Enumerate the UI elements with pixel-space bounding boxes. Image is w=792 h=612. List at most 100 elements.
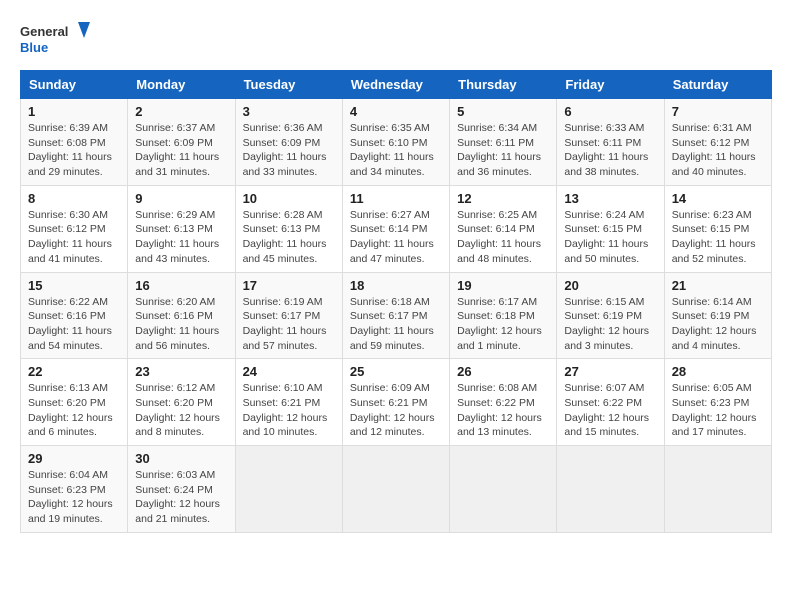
day-info: Sunrise: 6:13 AM Sunset: 6:20 PM Dayligh… xyxy=(28,381,120,440)
day-number: 13 xyxy=(564,191,656,206)
calendar-header-row: SundayMondayTuesdayWednesdayThursdayFrid… xyxy=(21,71,772,99)
calendar-week-row: 29Sunrise: 6:04 AM Sunset: 6:23 PM Dayli… xyxy=(21,446,772,533)
day-number: 8 xyxy=(28,191,120,206)
calendar-day-cell: 22 Sunrise: 6:13 AM Sunset: 6:20 PM Dayli… xyxy=(21,359,128,446)
calendar-header-wednesday: Wednesday xyxy=(342,71,449,99)
day-info: Sunrise: 6:07 AM Sunset: 6:22 PM Dayligh… xyxy=(564,381,656,440)
calendar-day-cell: 28 Sunrise: 6:05 AM Sunset: 6:23 PM Dayli… xyxy=(664,359,771,446)
svg-text:Blue: Blue xyxy=(20,40,48,55)
day-info: Sunrise: 6:39 AM Sunset: 6:08 PM Dayligh… xyxy=(28,121,120,180)
day-number: 3 xyxy=(243,104,335,119)
day-info: Sunrise: 6:29 AM Sunset: 6:13 PM Dayligh… xyxy=(135,208,227,267)
day-number: 9 xyxy=(135,191,227,206)
calendar-day-cell: 26 Sunrise: 6:08 AM Sunset: 6:22 PM Dayli… xyxy=(450,359,557,446)
calendar-week-row: 22 Sunrise: 6:13 AM Sunset: 6:20 PM Dayli… xyxy=(21,359,772,446)
calendar-header-thursday: Thursday xyxy=(450,71,557,99)
calendar-day-cell: 3 Sunrise: 6:36 AM Sunset: 6:09 PM Daylig… xyxy=(235,99,342,186)
day-number: 2 xyxy=(135,104,227,119)
calendar-day-cell: 23 Sunrise: 6:12 AM Sunset: 6:20 PM Dayli… xyxy=(128,359,235,446)
day-info: Sunrise: 6:31 AM Sunset: 6:12 PM Dayligh… xyxy=(672,121,764,180)
calendar-day-cell: 15 Sunrise: 6:22 AM Sunset: 6:16 PM Dayli… xyxy=(21,272,128,359)
calendar-day-cell: 10 Sunrise: 6:28 AM Sunset: 6:13 PM Dayli… xyxy=(235,185,342,272)
calendar-day-cell: 12Sunrise: 6:25 AM Sunset: 6:14 PM Dayli… xyxy=(450,185,557,272)
calendar-day-cell: 14 Sunrise: 6:23 AM Sunset: 6:15 PM Dayli… xyxy=(664,185,771,272)
day-info: Sunrise: 6:17 AM Sunset: 6:18 PM Dayligh… xyxy=(457,295,549,354)
day-info: Sunrise: 6:27 AM Sunset: 6:14 PM Dayligh… xyxy=(350,208,442,267)
calendar-week-row: 1 Sunrise: 6:39 AM Sunset: 6:08 PM Daylig… xyxy=(21,99,772,186)
day-info: Sunrise: 6:36 AM Sunset: 6:09 PM Dayligh… xyxy=(243,121,335,180)
calendar-day-cell: 18 Sunrise: 6:18 AM Sunset: 6:17 PM Dayli… xyxy=(342,272,449,359)
day-number: 25 xyxy=(350,364,442,379)
logo-svg: General Blue xyxy=(20,20,90,60)
calendar-day-cell: 24 Sunrise: 6:10 AM Sunset: 6:21 PM Dayli… xyxy=(235,359,342,446)
calendar-day-cell xyxy=(235,446,342,533)
page-header: General Blue xyxy=(20,20,772,60)
calendar-week-row: 8Sunrise: 6:30 AM Sunset: 6:12 PM Daylig… xyxy=(21,185,772,272)
day-info: Sunrise: 6:15 AM Sunset: 6:19 PM Dayligh… xyxy=(564,295,656,354)
calendar-header-monday: Monday xyxy=(128,71,235,99)
logo: General Blue xyxy=(20,20,90,60)
day-number: 21 xyxy=(672,278,764,293)
day-number: 26 xyxy=(457,364,549,379)
calendar-day-cell: 16 Sunrise: 6:20 AM Sunset: 6:16 PM Dayli… xyxy=(128,272,235,359)
day-number: 28 xyxy=(672,364,764,379)
day-info: Sunrise: 6:18 AM Sunset: 6:17 PM Dayligh… xyxy=(350,295,442,354)
day-info: Sunrise: 6:24 AM Sunset: 6:15 PM Dayligh… xyxy=(564,208,656,267)
calendar-day-cell: 30Sunrise: 6:03 AM Sunset: 6:24 PM Dayli… xyxy=(128,446,235,533)
day-info: Sunrise: 6:03 AM Sunset: 6:24 PM Dayligh… xyxy=(135,468,227,527)
day-number: 24 xyxy=(243,364,335,379)
day-info: Sunrise: 6:34 AM Sunset: 6:11 PM Dayligh… xyxy=(457,121,549,180)
day-info: Sunrise: 6:20 AM Sunset: 6:16 PM Dayligh… xyxy=(135,295,227,354)
day-info: Sunrise: 6:22 AM Sunset: 6:16 PM Dayligh… xyxy=(28,295,120,354)
calendar-day-cell: 6 Sunrise: 6:33 AM Sunset: 6:11 PM Daylig… xyxy=(557,99,664,186)
calendar-day-cell xyxy=(557,446,664,533)
day-info: Sunrise: 6:23 AM Sunset: 6:15 PM Dayligh… xyxy=(672,208,764,267)
day-number: 15 xyxy=(28,278,120,293)
day-number: 27 xyxy=(564,364,656,379)
calendar-day-cell xyxy=(450,446,557,533)
day-info: Sunrise: 6:04 AM Sunset: 6:23 PM Dayligh… xyxy=(28,468,120,527)
calendar-day-cell: 29Sunrise: 6:04 AM Sunset: 6:23 PM Dayli… xyxy=(21,446,128,533)
calendar-day-cell: 8Sunrise: 6:30 AM Sunset: 6:12 PM Daylig… xyxy=(21,185,128,272)
day-number: 19 xyxy=(457,278,549,293)
day-number: 18 xyxy=(350,278,442,293)
day-number: 1 xyxy=(28,104,120,119)
calendar-day-cell: 19 Sunrise: 6:17 AM Sunset: 6:18 PM Dayli… xyxy=(450,272,557,359)
day-info: Sunrise: 6:33 AM Sunset: 6:11 PM Dayligh… xyxy=(564,121,656,180)
day-info: Sunrise: 6:08 AM Sunset: 6:22 PM Dayligh… xyxy=(457,381,549,440)
calendar-week-row: 15 Sunrise: 6:22 AM Sunset: 6:16 PM Dayli… xyxy=(21,272,772,359)
calendar-header-tuesday: Tuesday xyxy=(235,71,342,99)
calendar-header-friday: Friday xyxy=(557,71,664,99)
day-info: Sunrise: 6:05 AM Sunset: 6:23 PM Dayligh… xyxy=(672,381,764,440)
day-number: 12 xyxy=(457,191,549,206)
day-info: Sunrise: 6:37 AM Sunset: 6:09 PM Dayligh… xyxy=(135,121,227,180)
calendar-day-cell: 4Sunrise: 6:35 AM Sunset: 6:10 PM Daylig… xyxy=(342,99,449,186)
calendar-day-cell: 1 Sunrise: 6:39 AM Sunset: 6:08 PM Daylig… xyxy=(21,99,128,186)
day-info: Sunrise: 6:12 AM Sunset: 6:20 PM Dayligh… xyxy=(135,381,227,440)
calendar-header-saturday: Saturday xyxy=(664,71,771,99)
day-number: 22 xyxy=(28,364,120,379)
day-number: 23 xyxy=(135,364,227,379)
day-number: 10 xyxy=(243,191,335,206)
calendar-day-cell: 27 Sunrise: 6:07 AM Sunset: 6:22 PM Dayli… xyxy=(557,359,664,446)
calendar-day-cell: 9 Sunrise: 6:29 AM Sunset: 6:13 PM Daylig… xyxy=(128,185,235,272)
day-number: 20 xyxy=(564,278,656,293)
day-number: 7 xyxy=(672,104,764,119)
calendar-table: SundayMondayTuesdayWednesdayThursdayFrid… xyxy=(20,70,772,533)
svg-text:General: General xyxy=(20,24,68,39)
day-number: 6 xyxy=(564,104,656,119)
day-number: 5 xyxy=(457,104,549,119)
day-number: 16 xyxy=(135,278,227,293)
calendar-day-cell: 13 Sunrise: 6:24 AM Sunset: 6:15 PM Dayli… xyxy=(557,185,664,272)
day-info: Sunrise: 6:14 AM Sunset: 6:19 PM Dayligh… xyxy=(672,295,764,354)
day-number: 14 xyxy=(672,191,764,206)
day-info: Sunrise: 6:19 AM Sunset: 6:17 PM Dayligh… xyxy=(243,295,335,354)
calendar-day-cell: 17Sunrise: 6:19 AM Sunset: 6:17 PM Dayli… xyxy=(235,272,342,359)
calendar-header-sunday: Sunday xyxy=(21,71,128,99)
day-info: Sunrise: 6:10 AM Sunset: 6:21 PM Dayligh… xyxy=(243,381,335,440)
calendar-day-cell: 2 Sunrise: 6:37 AM Sunset: 6:09 PM Daylig… xyxy=(128,99,235,186)
day-number: 4 xyxy=(350,104,442,119)
calendar-day-cell: 21 Sunrise: 6:14 AM Sunset: 6:19 PM Dayli… xyxy=(664,272,771,359)
day-info: Sunrise: 6:28 AM Sunset: 6:13 PM Dayligh… xyxy=(243,208,335,267)
day-info: Sunrise: 6:09 AM Sunset: 6:21 PM Dayligh… xyxy=(350,381,442,440)
